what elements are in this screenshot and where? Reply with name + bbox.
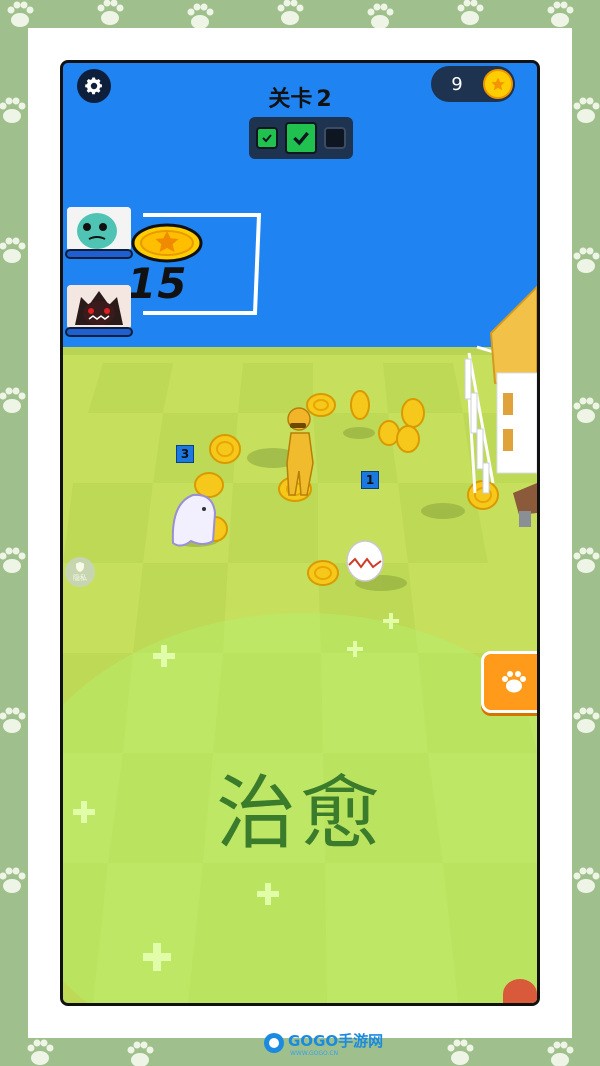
base-coin-badge: [131, 223, 203, 263]
checkmark-icon: [293, 131, 309, 146]
level-title: 关卡 2: [223, 81, 377, 113]
player-character[interactable]: [286, 407, 314, 496]
gear-icon: [85, 77, 102, 95]
stage-check-3: [323, 127, 346, 149]
paw-icon: [502, 671, 526, 693]
privacy-label: 隐私: [73, 574, 87, 582]
stage-check-2: [284, 122, 317, 154]
coin-counter: 9: [431, 66, 515, 102]
settings-button[interactable]: [77, 69, 111, 103]
watermark-url: WWW.GOGO.CN: [290, 1050, 338, 1057]
enemy-hp-bar-2: [65, 327, 133, 337]
avatar[interactable]: [503, 979, 537, 1003]
pet-button[interactable]: [481, 651, 537, 713]
shield-icon: [76, 562, 84, 572]
egg-item[interactable]: [346, 540, 384, 582]
skill-caption: 治愈: [216, 767, 384, 860]
coin-count: 9: [451, 73, 463, 95]
stage-progress: [249, 117, 353, 159]
enemy-hp-bar-1: [65, 249, 133, 259]
green-monster-icon: [67, 207, 131, 251]
checkmark-icon: [262, 134, 273, 143]
privacy-button[interactable]: 隐私: [65, 557, 95, 587]
level-number: 2: [316, 87, 332, 112]
enemy-card-2[interactable]: [67, 285, 131, 329]
watermark-brand: GOGO手游网: [288, 1032, 383, 1050]
watermark-logo: GOGO手游网 WWW.GOGO.CN: [264, 1032, 383, 1057]
enemy-card-1[interactable]: [67, 207, 131, 251]
red-eyed-monster-icon: [67, 285, 131, 329]
base-coin-count: 15: [127, 259, 188, 308]
stage-check-1: [256, 127, 279, 149]
star-coin-icon: [131, 223, 203, 263]
level-label: 关卡: [268, 87, 313, 112]
game-screen[interactable]: 关卡 2 9 15 3 1 隐私 治愈: [60, 60, 540, 1006]
tile-number-label: 3: [176, 445, 194, 463]
star-coin-icon: [483, 69, 513, 99]
tile-number-label: 1: [361, 471, 379, 489]
